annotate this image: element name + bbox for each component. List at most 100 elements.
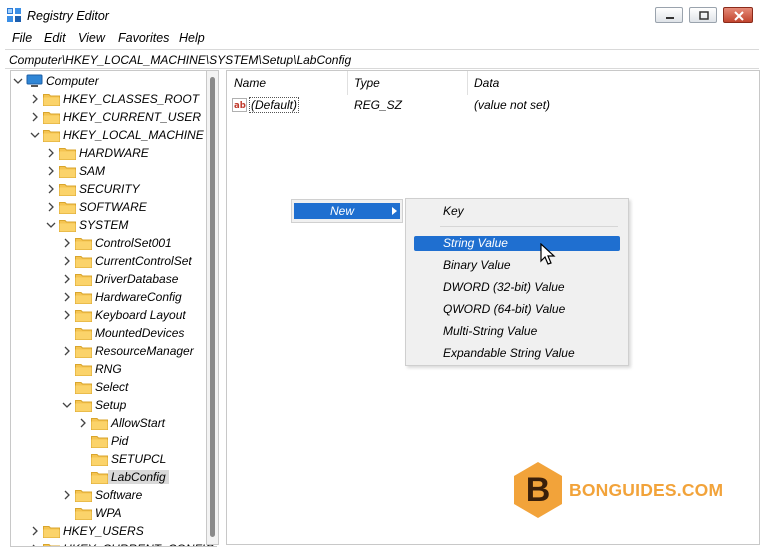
submenu-item-label: QWORD (64-bit) Value xyxy=(443,302,566,316)
submenu-item-qword-64-bit-value[interactable]: QWORD (64-bit) Value xyxy=(414,302,620,317)
tree-item-setupcl[interactable]: SETUPCL xyxy=(11,450,217,468)
tree-item-labconfig[interactable]: LabConfig xyxy=(11,468,217,486)
value-row[interactable]: ab (Default) REG_SZ (value not set) xyxy=(231,96,751,114)
tree-item-keyboard-layout[interactable]: Keyboard Layout xyxy=(11,306,217,324)
tree-item-allowstart[interactable]: AllowStart xyxy=(11,414,217,432)
maximize-button[interactable] xyxy=(689,7,717,23)
key-tree[interactable]: Computer HKEY_CLASSES_ROOT HKEY_CURRENT_US… xyxy=(10,70,217,547)
submenu-item-dword-32-bit-value[interactable]: DWORD (32-bit) Value xyxy=(414,280,620,295)
chevron-right-icon[interactable] xyxy=(30,111,40,123)
tree-item-label: DriverDatabase xyxy=(95,272,179,286)
chevron-right-icon[interactable] xyxy=(62,255,72,267)
menu-file[interactable]: File xyxy=(12,31,32,45)
tree-item-label: AllowStart xyxy=(111,416,166,430)
chevron-right-icon[interactable] xyxy=(46,183,56,195)
tree-item-label: Computer xyxy=(46,74,99,88)
folder-icon xyxy=(75,310,92,322)
folder-icon xyxy=(75,400,92,412)
chevron-right-icon[interactable] xyxy=(30,93,40,105)
chevron-right-icon[interactable] xyxy=(46,165,56,177)
chevron-right-icon[interactable] xyxy=(30,525,40,537)
column-header-data[interactable]: Data xyxy=(474,76,499,90)
tree-item-currentcontrolset[interactable]: CurrentControlSet xyxy=(11,252,217,270)
menu-view[interactable]: View xyxy=(78,31,105,45)
chevron-right-icon[interactable] xyxy=(78,417,88,429)
tree-item-setup[interactable]: Setup xyxy=(11,396,217,414)
column-divider[interactable] xyxy=(347,71,348,95)
tree-scrollbar-thumb[interactable] xyxy=(210,77,215,537)
tree-item-driverdatabase[interactable]: DriverDatabase xyxy=(11,270,217,288)
chevron-down-icon[interactable] xyxy=(62,399,72,411)
tree-item-system[interactable]: SYSTEM xyxy=(11,216,217,234)
folder-icon xyxy=(43,112,60,124)
folder-icon xyxy=(91,436,108,448)
tree-item-hkey-current-config[interactable]: HKEY_CURRENT_CONFIG xyxy=(11,540,217,547)
bonguides-watermark: B BONGUIDES.COM xyxy=(512,460,723,520)
tree-item-pid[interactable]: Pid xyxy=(11,432,217,450)
value-type: REG_SZ xyxy=(354,98,403,112)
close-button[interactable] xyxy=(723,7,753,23)
tree-item-hkey-users[interactable]: HKEY_USERS xyxy=(11,522,217,540)
submenu-item-expandable-string-value[interactable]: Expandable String Value xyxy=(414,346,620,361)
folder-icon xyxy=(43,130,60,142)
chevron-right-icon[interactable] xyxy=(46,201,56,213)
tree-item-computer[interactable]: Computer xyxy=(11,72,217,90)
chevron-right-icon[interactable] xyxy=(62,273,72,285)
chevron-right-icon[interactable] xyxy=(62,309,72,321)
tree-item-hardwareconfig[interactable]: HardwareConfig xyxy=(11,288,217,306)
folder-icon xyxy=(43,544,60,546)
title-bar: Registry Editor xyxy=(0,0,764,30)
tree-item-hkey-local-machine[interactable]: HKEY_LOCAL_MACHINE xyxy=(11,126,217,144)
address-bar[interactable]: Computer\HKEY_LOCAL_MACHINE\SYSTEM\Setup… xyxy=(5,49,759,69)
submenu-item-key[interactable]: Key xyxy=(414,204,620,219)
column-header-name[interactable]: Name xyxy=(234,76,266,90)
folder-icon xyxy=(59,184,76,196)
tree-item-software[interactable]: Software xyxy=(11,486,217,504)
chevron-down-icon[interactable] xyxy=(13,75,23,87)
tree-item-select[interactable]: Select xyxy=(11,378,217,396)
submenu-item-binary-value[interactable]: Binary Value xyxy=(414,258,620,273)
chevron-down-icon[interactable] xyxy=(46,219,56,231)
submenu-item-multi-string-value[interactable]: Multi-String Value xyxy=(414,324,620,339)
chevron-right-icon[interactable] xyxy=(46,147,56,159)
chevron-right-icon[interactable] xyxy=(30,543,40,547)
folder-icon xyxy=(75,328,92,340)
minimize-button[interactable] xyxy=(655,7,683,23)
tree-item-wpa[interactable]: WPA xyxy=(11,504,217,522)
folder-icon xyxy=(75,364,92,376)
menu-favorites[interactable]: Favorites xyxy=(118,31,169,45)
menu-edit[interactable]: Edit xyxy=(44,31,66,45)
tree-item-label: HKEY_LOCAL_MACHINE xyxy=(63,128,204,142)
tree-item-resourcemanager[interactable]: ResourceManager xyxy=(11,342,217,360)
column-header-type[interactable]: Type xyxy=(354,76,380,90)
tree-scrollbar[interactable] xyxy=(206,70,219,545)
tree-item-label: ControlSet001 xyxy=(95,236,172,250)
submenu-item-label: Key xyxy=(443,204,464,218)
chevron-right-icon[interactable] xyxy=(62,237,72,249)
column-divider[interactable] xyxy=(467,71,468,95)
chevron-down-icon[interactable] xyxy=(30,129,40,141)
folder-icon xyxy=(75,274,92,286)
tree-item-rng[interactable]: RNG xyxy=(11,360,217,378)
tree-item-mounteddevices[interactable]: MountedDevices xyxy=(11,324,217,342)
chevron-right-icon[interactable] xyxy=(62,345,72,357)
folder-icon xyxy=(75,346,92,358)
svg-text:ab: ab xyxy=(234,101,246,111)
tree-item-label: SYSTEM xyxy=(79,218,129,232)
tree-item-sam[interactable]: SAM xyxy=(11,162,217,180)
tree-item-security[interactable]: SECURITY xyxy=(11,180,217,198)
menu-help[interactable]: Help xyxy=(179,31,205,45)
tree-item-label: SECURITY xyxy=(79,182,140,196)
tree-item-hkey-classes-root[interactable]: HKEY_CLASSES_ROOT xyxy=(11,90,217,108)
chevron-right-icon[interactable] xyxy=(62,291,72,303)
context-menu-new[interactable]: New xyxy=(294,203,400,219)
submenu-item-label: Expandable String Value xyxy=(443,346,575,360)
folder-icon xyxy=(91,454,108,466)
chevron-right-icon[interactable] xyxy=(62,489,72,501)
submenu-item-string-value[interactable]: String Value xyxy=(414,236,620,251)
tree-item-controlset001[interactable]: ControlSet001 xyxy=(11,234,217,252)
tree-item-hardware[interactable]: HARDWARE xyxy=(11,144,217,162)
tree-item-software[interactable]: SOFTWARE xyxy=(11,198,217,216)
folder-icon xyxy=(75,238,92,250)
tree-item-hkey-current-user[interactable]: HKEY_CURRENT_USER xyxy=(11,108,217,126)
